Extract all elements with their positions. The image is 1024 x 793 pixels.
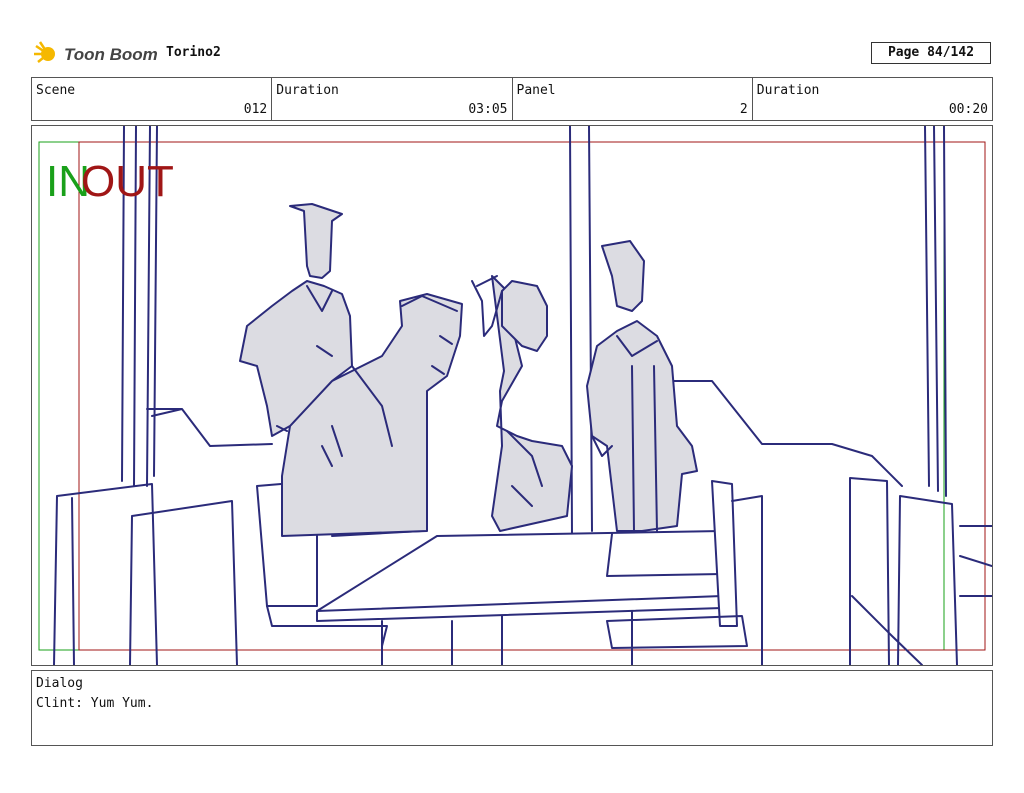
panel-cell: Panel 2 [513, 78, 753, 120]
panel-duration-value: 00:20 [948, 102, 988, 117]
panel-value: 2 [739, 102, 748, 117]
info-row: Scene 012 Duration 03:05 Panel 2 Duratio… [31, 77, 993, 121]
page-label: Page [887, 45, 920, 60]
scene-duration-label: Duration [276, 83, 339, 98]
scene-duration-value: 03:05 [468, 102, 508, 117]
scene-label: Scene [36, 83, 76, 98]
sketch-lines [53, 126, 992, 665]
project-name: Torino2 [166, 45, 221, 60]
out-marker: OUT [81, 157, 174, 206]
panel-label: Panel [516, 83, 556, 98]
dialog-text: Clint: Yum Yum. [36, 696, 154, 711]
panel-image: IN OUT [31, 125, 993, 666]
page-value: 84/142 [927, 45, 975, 60]
panel-duration-cell: Duration 00:20 [753, 78, 992, 120]
logo-text: Toon Boom [64, 45, 158, 64]
toon-boom-logo: Toon Boom [34, 41, 158, 64]
page-indicator: Page 84/142 [871, 42, 991, 64]
star-burst-icon [34, 41, 55, 63]
storyboard-sketch: IN OUT [38, 126, 992, 665]
dialog-label: Dialog [36, 676, 83, 691]
scene-cell: Scene 012 [32, 78, 273, 120]
dialog-box: Dialog Clint: Yum Yum. [31, 670, 993, 746]
scene-duration-cell: Duration 03:05 [272, 78, 513, 120]
scene-value: 012 [243, 102, 268, 117]
panel-duration-label: Duration [756, 83, 820, 98]
